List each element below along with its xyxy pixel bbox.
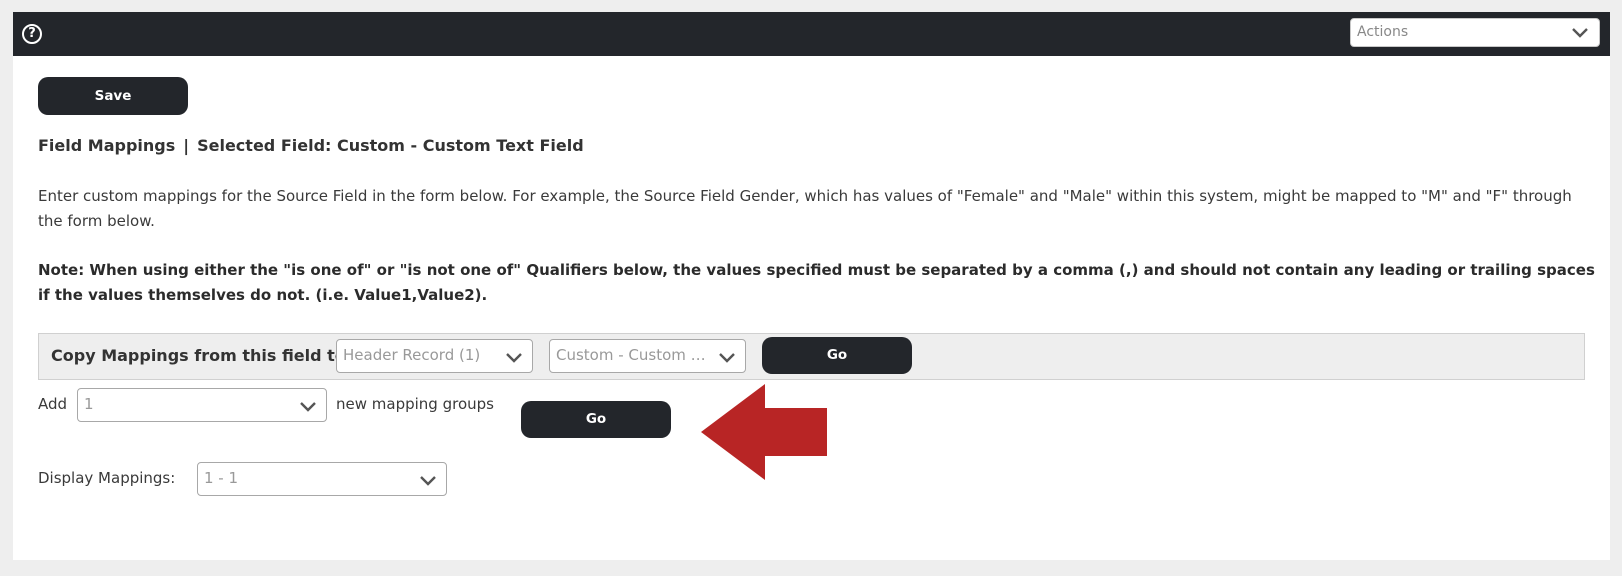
chevron-down-icon	[420, 476, 436, 486]
page-title: Field Mappings | Selected Field: Custom - …	[38, 136, 584, 155]
save-button[interactable]: Save	[38, 77, 188, 115]
actions-select[interactable]: Actions	[1350, 18, 1600, 47]
copy-field-select[interactable]: Custom - Custom Text Field	[549, 339, 746, 373]
chevron-down-icon	[719, 353, 735, 363]
help-icon[interactable]: ?	[22, 24, 42, 44]
add-label: Add	[38, 395, 68, 413]
title-separator: |	[183, 136, 190, 155]
add-groups-go-button[interactable]: Go	[521, 401, 671, 438]
page-title-text: Field Mappings	[38, 136, 176, 155]
copy-mappings-go-button[interactable]: Go	[762, 337, 912, 374]
group-count-select-value: 1	[84, 395, 94, 413]
group-count-select[interactable]: 1	[77, 388, 327, 422]
new-mapping-groups-label: new mapping groups	[336, 395, 494, 413]
note-text: Note: When using either the "is one of" …	[38, 261, 1595, 304]
chevron-down-icon	[1572, 28, 1588, 38]
actions-select-value: Actions	[1357, 24, 1409, 40]
copy-mappings-label: Copy Mappings from this field to:	[51, 346, 353, 365]
display-mappings-select[interactable]: 1 - 1	[197, 462, 447, 496]
copy-record-select[interactable]: Header Record (1)	[336, 339, 533, 373]
copy-mappings-bar: Copy Mappings from this field to: Header…	[38, 333, 1585, 380]
chevron-down-icon	[506, 353, 522, 363]
mapping-panel: ? Actions Save Field Mappings | Selected F…	[13, 12, 1610, 560]
chevron-down-icon	[300, 402, 316, 412]
red-arrow-icon	[701, 384, 827, 480]
display-mappings-label: Display Mappings:	[38, 469, 176, 487]
copy-field-select-value: Custom - Custom Text Field	[556, 346, 709, 364]
description-text: Enter custom mappings for the Source Fie…	[38, 187, 1572, 230]
top-toolbar: ? Actions	[13, 12, 1610, 56]
display-mappings-select-value: 1 - 1	[204, 469, 239, 487]
selected-field-label: Selected Field: Custom - Custom Text Fie…	[197, 136, 584, 155]
copy-record-select-value: Header Record (1)	[343, 346, 481, 364]
